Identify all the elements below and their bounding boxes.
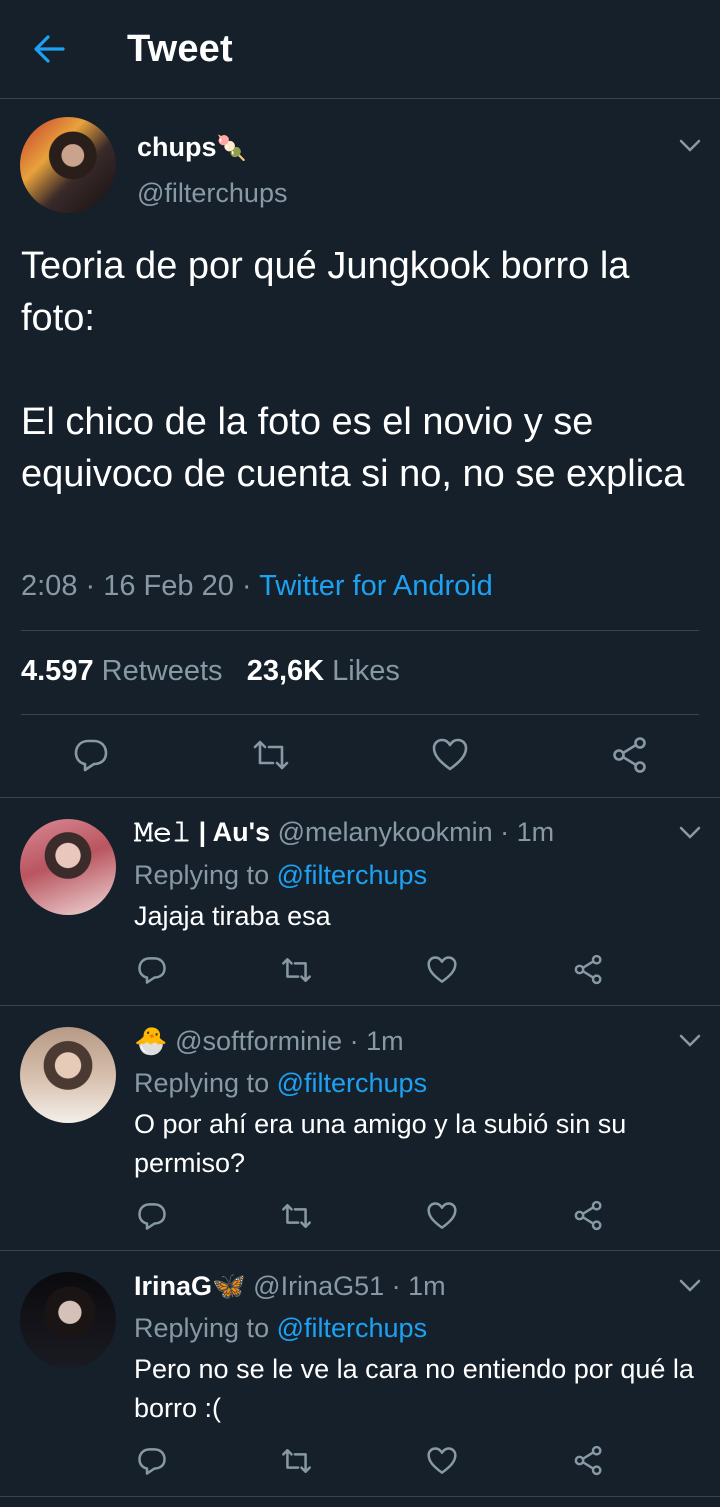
- reply-author-name: IrinaG🦋: [134, 1271, 246, 1301]
- retweets-count: 4.597: [21, 655, 94, 687]
- divider: [0, 1005, 720, 1006]
- divider: [21, 630, 699, 631]
- like-heart-icon[interactable]: [427, 955, 457, 985]
- share-icon[interactable]: [573, 954, 604, 985]
- reply-icon[interactable]: [73, 737, 109, 773]
- reply-text: Jajaja tiraba esa: [134, 901, 331, 931]
- reply-author[interactable]: IrinaG🦋 @IrinaG51 · 1m: [134, 1270, 446, 1302]
- reply-time: 1m: [408, 1271, 446, 1301]
- divider: [0, 1250, 720, 1251]
- reply-time: 1m: [366, 1026, 404, 1056]
- tweet-source-link[interactable]: Twitter for Android: [259, 570, 493, 602]
- reply-author[interactable]: 𝙼𝚎𝚕 | Au's @melanykookmin · 1m: [134, 817, 554, 849]
- reply-author-handle: @IrinaG51: [253, 1271, 385, 1301]
- reply-icon[interactable]: [137, 955, 167, 985]
- likes-label: Likes: [332, 655, 400, 687]
- reply-text: O por ahí era una amigo y la subió sin s…: [134, 1109, 627, 1178]
- author-emoji: 🍡: [216, 135, 247, 162]
- retweet-icon[interactable]: [280, 1446, 313, 1476]
- like-heart-icon[interactable]: [432, 737, 468, 773]
- tweet-text: Teoria de por qué Jungkook borro la foto…: [21, 245, 685, 495]
- retweets-count-link[interactable]: 4.597 Retweets: [21, 655, 223, 687]
- author-handle[interactable]: @filterchups: [137, 178, 287, 209]
- tweet-meta: 2:08 · 16 Feb 20 · Twitter for Android: [21, 570, 493, 602]
- reply-author-handle: @softforminie: [175, 1026, 343, 1056]
- avatar[interactable]: [20, 1027, 116, 1123]
- author-name-text: chups: [137, 132, 217, 162]
- avatar[interactable]: [20, 819, 116, 915]
- divider: [21, 714, 699, 715]
- share-icon[interactable]: [573, 1200, 604, 1231]
- retweet-icon[interactable]: [251, 737, 291, 773]
- reply-icon[interactable]: [137, 1446, 167, 1476]
- tweet-time: 2:08: [21, 570, 78, 602]
- replying-label: Replying to: [134, 860, 270, 890]
- chevron-down-icon[interactable]: [678, 1273, 702, 1297]
- reply-time: 1m: [516, 817, 555, 847]
- replying-to: Replying to @filterchups: [134, 860, 427, 891]
- retweet-icon[interactable]: [280, 955, 313, 985]
- share-icon[interactable]: [611, 736, 649, 774]
- retweets-label: Retweets: [101, 655, 223, 687]
- back-arrow-icon[interactable]: [30, 30, 68, 68]
- divider: [0, 1496, 720, 1497]
- chevron-down-icon[interactable]: [678, 1028, 702, 1052]
- reply-author[interactable]: 🐣 @softforminie · 1m: [134, 1025, 404, 1057]
- page-title: Tweet: [127, 28, 233, 70]
- likes-count: 23,6K: [246, 655, 325, 687]
- replying-label: Replying to: [134, 1313, 270, 1343]
- divider: [0, 797, 720, 798]
- like-heart-icon[interactable]: [427, 1201, 457, 1231]
- likes-count-link[interactable]: 23,6K Likes: [247, 655, 400, 687]
- reply-author-name: 🐣: [134, 1026, 168, 1056]
- chevron-down-icon[interactable]: [678, 820, 702, 844]
- reply-icon[interactable]: [137, 1201, 167, 1231]
- share-icon[interactable]: [573, 1445, 604, 1476]
- author-avatar[interactable]: [20, 117, 116, 213]
- reply-author-handle: @melanykookmin: [277, 817, 493, 847]
- retweet-icon[interactable]: [280, 1201, 313, 1231]
- replying-to-link[interactable]: @filterchups: [277, 860, 427, 890]
- author-name[interactable]: chups🍡: [137, 132, 246, 163]
- engagement-counts: 4.597 Retweets 23,6K Likes: [21, 655, 400, 688]
- avatar[interactable]: [20, 1272, 116, 1368]
- replying-to: Replying to @filterchups: [134, 1068, 427, 1099]
- chevron-down-icon[interactable]: [678, 133, 702, 157]
- replying-to-link[interactable]: @filterchups: [277, 1068, 427, 1098]
- reply-author-name: 𝙼𝚎𝚕 | Au's: [134, 817, 271, 847]
- top-bar: Tweet: [0, 0, 720, 99]
- tweet-date: 16 Feb 20: [103, 570, 234, 602]
- replying-to: Replying to @filterchups: [134, 1313, 427, 1344]
- replying-label: Replying to: [134, 1068, 270, 1098]
- like-heart-icon[interactable]: [427, 1446, 457, 1476]
- reply-text: Pero no se le ve la cara no entiendo por…: [134, 1354, 694, 1423]
- replying-to-link[interactable]: @filterchups: [277, 1313, 427, 1343]
